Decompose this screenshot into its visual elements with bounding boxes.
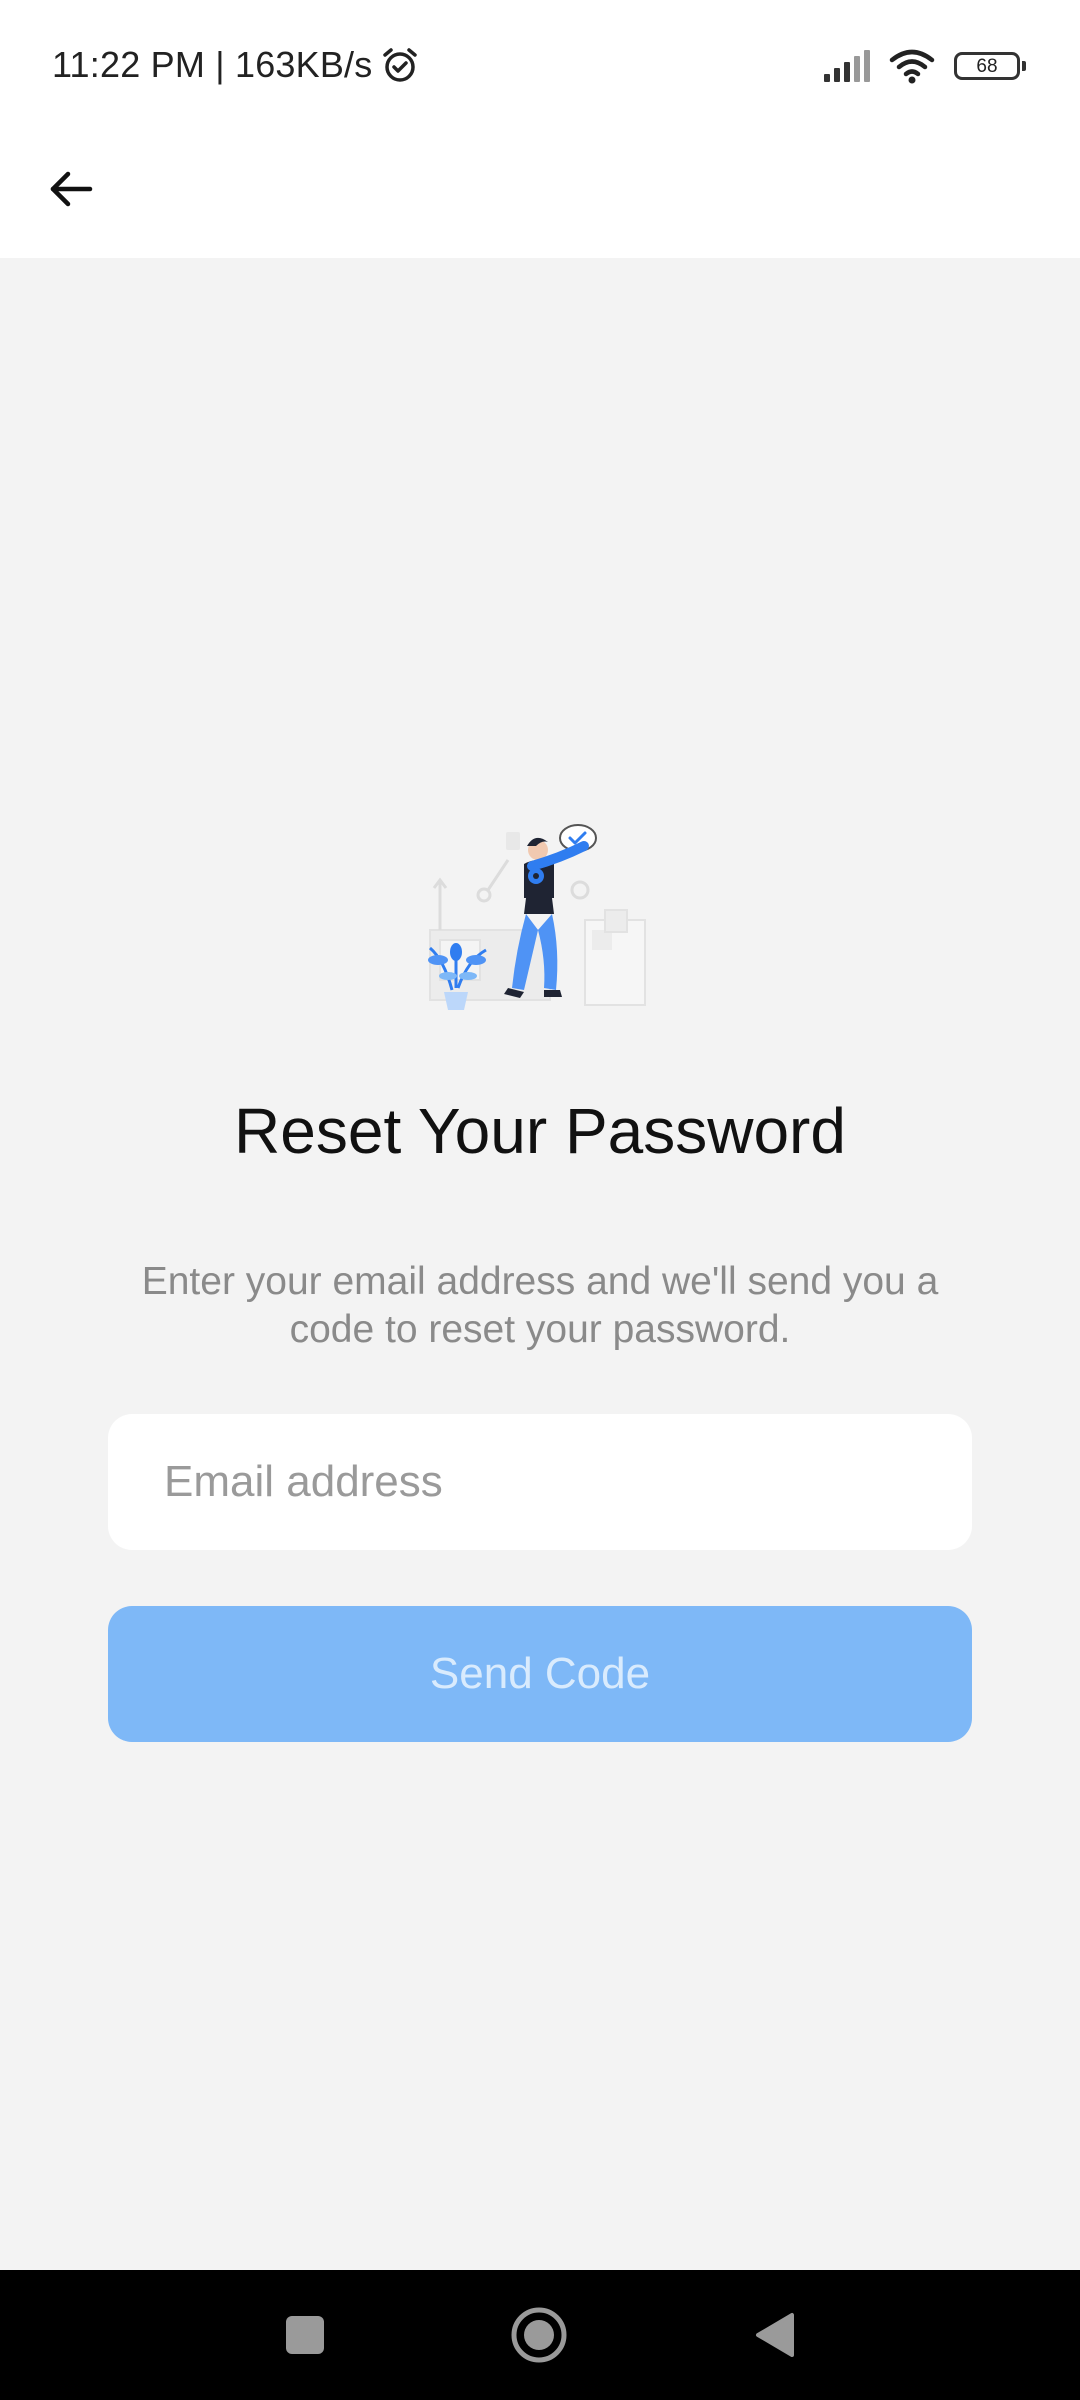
status-info: 11:22 PM | 163KB/s bbox=[52, 44, 420, 86]
recent-apps-icon bbox=[286, 2316, 324, 2354]
home-button[interactable] bbox=[507, 2303, 571, 2367]
alarm-icon bbox=[383, 48, 418, 82]
app-header bbox=[0, 132, 1080, 258]
page-subtitle: Enter your email address and we'll send … bbox=[141, 1260, 939, 1351]
signal-icon bbox=[824, 50, 870, 82]
reset-password-illustration bbox=[428, 824, 646, 1010]
system-back-button[interactable] bbox=[742, 2303, 806, 2367]
battery-icon: 68 bbox=[954, 52, 1026, 80]
back-icon bbox=[756, 2313, 794, 2357]
send-code-button[interactable]: Send Code bbox=[108, 1606, 972, 1742]
page-title: Reset Your Password bbox=[234, 1095, 846, 1167]
email-input[interactable] bbox=[108, 1414, 972, 1550]
home-icon bbox=[511, 2307, 567, 2363]
battery-level: 68 bbox=[976, 55, 998, 77]
system-nav-bar bbox=[0, 2270, 1080, 2400]
back-button[interactable] bbox=[36, 154, 106, 224]
recent-apps-button[interactable] bbox=[273, 2303, 337, 2367]
email-field-container bbox=[108, 1414, 972, 1550]
status-icons: 68 bbox=[822, 44, 1026, 88]
arrow-left-icon bbox=[50, 171, 93, 207]
status-bar: 11:22 PM | 163KB/s 68 bbox=[0, 0, 1080, 132]
status-time-speed: 11:22 PM | 163KB/s bbox=[52, 44, 373, 85]
wifi-icon bbox=[889, 49, 935, 84]
